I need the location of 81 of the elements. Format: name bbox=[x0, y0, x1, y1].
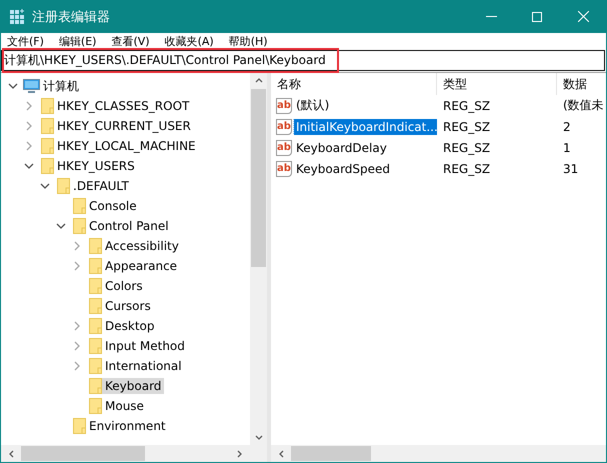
window-title: 注册表编辑器 bbox=[32, 8, 111, 26]
menu-item[interactable]: 编辑(E) bbox=[58, 34, 96, 48]
value-name[interactable]: KeyboardDelay bbox=[294, 140, 389, 156]
menu-item[interactable]: 文件(F) bbox=[7, 34, 44, 48]
value-data: 1 bbox=[562, 140, 572, 154]
folder-icon bbox=[73, 218, 86, 234]
tree-item[interactable]: Cursors bbox=[102, 298, 154, 314]
column-header[interactable]: 数据 bbox=[557, 73, 606, 95]
menu-item[interactable]: 帮助(H) bbox=[228, 34, 268, 48]
folder-icon bbox=[89, 318, 102, 334]
horizontal-scrollbar[interactable] bbox=[1, 445, 267, 462]
tree-item[interactable]: International bbox=[102, 358, 185, 374]
folder-icon bbox=[41, 158, 54, 174]
folder-icon bbox=[73, 198, 86, 214]
tree-item[interactable]: 计算机 bbox=[40, 76, 82, 96]
string-value-icon: ab bbox=[276, 118, 292, 134]
expand-chevron-icon[interactable] bbox=[26, 121, 32, 131]
menu-item[interactable]: 查看(V) bbox=[111, 34, 150, 48]
folder-icon bbox=[89, 258, 102, 274]
collapse-chevron-icon[interactable] bbox=[8, 83, 18, 89]
folder-icon bbox=[89, 378, 102, 394]
tree-item[interactable]: HKEY_LOCAL_MACHINE bbox=[54, 138, 199, 154]
tree-item[interactable]: Environment bbox=[86, 418, 169, 434]
expand-chevron-icon[interactable] bbox=[74, 321, 80, 331]
value-type: REG_SZ bbox=[442, 98, 492, 112]
tree-item[interactable]: Keyboard bbox=[102, 378, 164, 394]
tree-item[interactable]: Control Panel bbox=[86, 218, 172, 234]
folder-icon bbox=[73, 418, 86, 434]
tree-item[interactable]: Colors bbox=[102, 278, 146, 294]
string-value-icon: ab bbox=[276, 98, 292, 114]
collapse-chevron-icon[interactable] bbox=[40, 183, 50, 189]
folder-icon bbox=[89, 238, 102, 254]
value-name[interactable]: (默认) bbox=[294, 96, 332, 115]
folder-icon bbox=[41, 138, 54, 154]
collapse-chevron-icon[interactable] bbox=[24, 163, 34, 169]
expand-chevron-icon[interactable] bbox=[74, 361, 80, 371]
column-header[interactable]: 名称 bbox=[271, 73, 437, 95]
close-icon bbox=[578, 11, 588, 22]
folder-icon bbox=[89, 358, 102, 374]
vertical-scrollbar[interactable] bbox=[250, 73, 267, 445]
expand-chevron-icon[interactable] bbox=[74, 341, 80, 351]
collapse-chevron-icon[interactable] bbox=[56, 223, 66, 229]
menu-item[interactable]: 收藏夹(A) bbox=[164, 34, 214, 48]
horizontal-scrollbar[interactable] bbox=[271, 445, 606, 462]
folder-icon bbox=[89, 338, 102, 354]
expand-chevron-icon[interactable] bbox=[26, 141, 32, 151]
tree-item[interactable]: Desktop bbox=[102, 318, 158, 334]
tree-item[interactable]: Console bbox=[86, 198, 140, 214]
value-name[interactable]: InitialKeyboardIndicat... bbox=[294, 118, 437, 134]
tree-item[interactable]: HKEY_USERS bbox=[54, 158, 138, 174]
registry-icon bbox=[9, 8, 25, 24]
value-data: 2 bbox=[562, 120, 572, 134]
tree-item[interactable]: HKEY_CURRENT_USER bbox=[54, 118, 194, 134]
tree-item[interactable]: Input Method bbox=[102, 338, 188, 354]
expand-chevron-icon[interactable] bbox=[26, 101, 32, 111]
column-header[interactable]: 类型 bbox=[437, 73, 557, 95]
string-value-icon: ab bbox=[276, 140, 292, 156]
value-type: REG_SZ bbox=[442, 120, 492, 134]
string-value-icon: ab bbox=[276, 160, 292, 176]
value-data: (数值未 bbox=[562, 97, 605, 114]
value-type: REG_SZ bbox=[442, 140, 492, 154]
value-data: 31 bbox=[562, 162, 580, 176]
tree-item[interactable]: Mouse bbox=[102, 398, 147, 414]
folder-icon bbox=[57, 178, 70, 194]
tree-item[interactable]: Accessibility bbox=[102, 238, 182, 254]
expand-chevron-icon[interactable] bbox=[74, 241, 80, 251]
folder-icon bbox=[89, 398, 102, 414]
tree-item[interactable]: .DEFAULT bbox=[70, 178, 132, 194]
value-name[interactable]: KeyboardSpeed bbox=[294, 160, 392, 176]
computer-icon bbox=[23, 78, 40, 94]
maximize-icon bbox=[532, 12, 542, 22]
tree-item[interactable]: Appearance bbox=[102, 258, 180, 274]
address-field[interactable]: 计算机\HKEY_USERS\.DEFAULT\Control Panel\Keyboard bbox=[1, 50, 605, 70]
expand-chevron-icon[interactable] bbox=[74, 261, 80, 271]
folder-icon bbox=[89, 298, 102, 314]
folder-icon bbox=[41, 98, 54, 114]
folder-icon bbox=[89, 278, 102, 294]
tree-item[interactable]: HKEY_CLASSES_ROOT bbox=[54, 98, 192, 114]
folder-icon bbox=[41, 118, 54, 134]
minimize-icon bbox=[486, 16, 496, 17]
value-type: REG_SZ bbox=[442, 162, 492, 176]
